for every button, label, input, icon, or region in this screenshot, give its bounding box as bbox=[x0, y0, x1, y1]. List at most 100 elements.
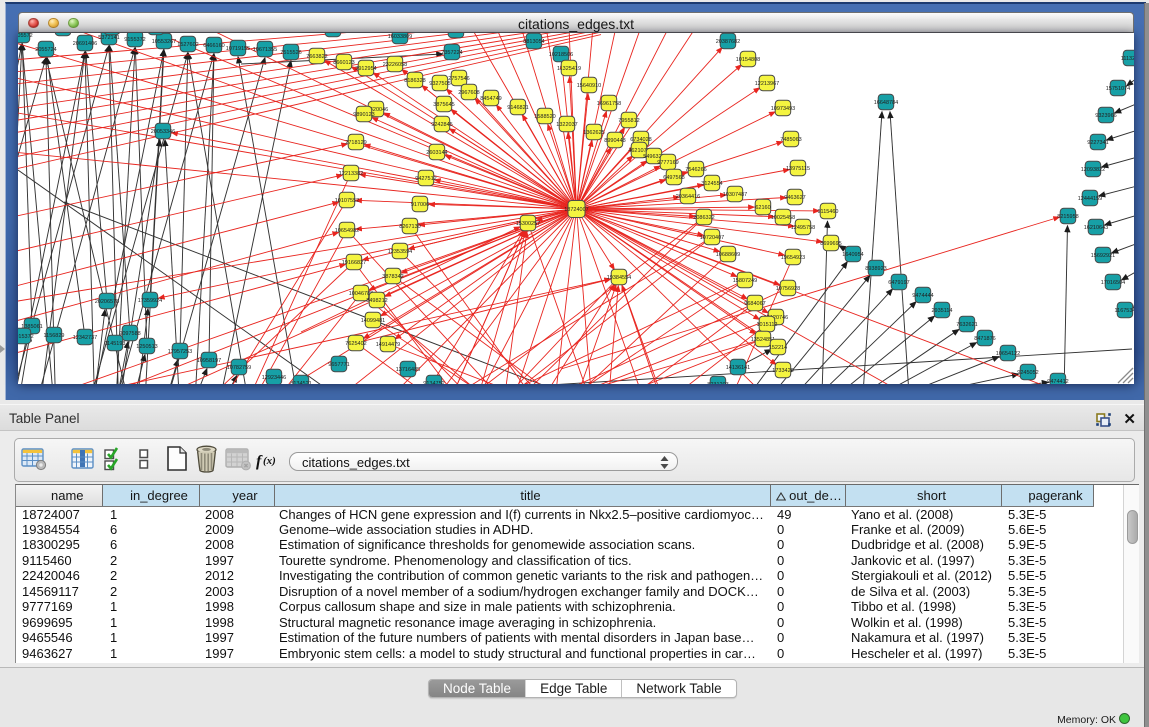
svg-text:7357224: 7357224 bbox=[441, 50, 462, 56]
svg-text:10720407: 10720407 bbox=[700, 235, 724, 241]
svg-text:9242845: 9242845 bbox=[431, 122, 452, 128]
svg-text:8990448: 8990448 bbox=[604, 138, 625, 144]
svg-text:1156829: 1156829 bbox=[43, 333, 64, 339]
svg-text:15807249: 15807249 bbox=[733, 278, 757, 284]
svg-text:1322037: 1322037 bbox=[556, 122, 577, 128]
svg-text:8454749: 8454749 bbox=[480, 96, 501, 102]
svg-text:3912954: 3912954 bbox=[355, 66, 376, 72]
svg-text:20206578: 20206578 bbox=[95, 299, 119, 305]
svg-text:1405572: 1405572 bbox=[18, 33, 33, 39]
svg-text:7515526: 7515526 bbox=[280, 50, 301, 56]
svg-text:7625402: 7625402 bbox=[345, 341, 366, 347]
svg-text:8938923: 8938923 bbox=[865, 266, 886, 272]
svg-text:15751074: 15751074 bbox=[1106, 86, 1130, 92]
svg-text:12342737: 12342737 bbox=[73, 335, 97, 341]
svg-text:19166827: 19166827 bbox=[342, 260, 366, 266]
svg-text:19654923: 19654923 bbox=[781, 255, 805, 261]
svg-text:10782759: 10782759 bbox=[227, 365, 251, 371]
svg-text:20053346: 20053346 bbox=[151, 129, 175, 135]
svg-text:1015112: 1015112 bbox=[756, 322, 777, 328]
svg-text:8813054: 8813054 bbox=[523, 39, 544, 45]
svg-text:8134521: 8134521 bbox=[290, 381, 311, 384]
svg-text:152214: 152214 bbox=[769, 345, 787, 351]
svg-text:10654982: 10654982 bbox=[335, 228, 359, 234]
svg-text:5372141: 5372141 bbox=[98, 35, 119, 41]
svg-text:8471876: 8471876 bbox=[974, 336, 995, 342]
svg-text:9323966: 9323966 bbox=[1095, 113, 1116, 119]
svg-text:15640910: 15640910 bbox=[577, 83, 601, 89]
svg-text:2055724: 2055724 bbox=[35, 47, 56, 53]
svg-text:8267130: 8267130 bbox=[399, 224, 420, 230]
svg-text:3878342: 3878342 bbox=[382, 274, 403, 280]
svg-text:14136141: 14136141 bbox=[726, 365, 750, 371]
svg-text:2718129: 2718129 bbox=[345, 140, 366, 146]
svg-text:8660123: 8660123 bbox=[333, 60, 354, 66]
svg-text:2967608: 2967608 bbox=[458, 90, 479, 96]
svg-text:17957253: 17957253 bbox=[168, 349, 192, 355]
svg-text:10307487: 10307487 bbox=[723, 192, 747, 198]
svg-text:6466160: 6466160 bbox=[203, 43, 224, 49]
svg-text:23226058: 23226058 bbox=[383, 62, 407, 68]
svg-text:9146821: 9146821 bbox=[507, 105, 528, 111]
svg-text:1145193: 1145193 bbox=[104, 341, 125, 347]
svg-text:8215958: 8215958 bbox=[1057, 214, 1078, 220]
svg-text:1527602: 1527602 bbox=[177, 42, 198, 48]
svg-text:12444159: 12444159 bbox=[1078, 196, 1102, 202]
svg-text:10719155: 10719155 bbox=[226, 46, 250, 52]
svg-text:13975115: 13975115 bbox=[786, 166, 810, 172]
svg-text:11325419: 11325419 bbox=[557, 66, 581, 72]
svg-text:17359924: 17359924 bbox=[138, 298, 162, 304]
svg-text:2603144: 2603144 bbox=[426, 150, 447, 156]
svg-text:12093822: 12093822 bbox=[1081, 167, 1105, 173]
svg-text:7485063: 7485063 bbox=[780, 137, 801, 143]
svg-text:13716485: 13716485 bbox=[396, 367, 420, 373]
svg-text:12213967: 12213967 bbox=[755, 81, 779, 87]
svg-text:15300257: 15300257 bbox=[516, 221, 540, 227]
svg-text:9474412: 9474412 bbox=[1047, 379, 1068, 384]
svg-text:10107552: 10107552 bbox=[335, 198, 359, 204]
svg-text:8699695: 8699695 bbox=[820, 241, 841, 247]
svg-text:9684067: 9684067 bbox=[744, 301, 765, 307]
svg-text:9134752: 9134752 bbox=[423, 381, 444, 384]
svg-text:1250513: 1250513 bbox=[136, 344, 157, 350]
svg-text:10756928: 10756928 bbox=[776, 286, 800, 292]
svg-text:1167534: 1167534 bbox=[1114, 308, 1134, 314]
svg-text:18724007: 18724007 bbox=[564, 207, 588, 213]
svg-text:3915372: 3915372 bbox=[18, 334, 34, 340]
svg-text:f: f bbox=[256, 453, 263, 470]
svg-text:(x): (x) bbox=[263, 455, 276, 467]
svg-text:10671355: 10671355 bbox=[253, 47, 277, 53]
svg-text:8231203: 8231203 bbox=[707, 382, 728, 384]
svg-text:10973493: 10973493 bbox=[771, 106, 795, 112]
svg-text:2935114: 2935114 bbox=[931, 308, 952, 314]
svg-text:19384554: 19384554 bbox=[607, 275, 631, 281]
svg-text:3498212: 3498212 bbox=[366, 298, 387, 304]
svg-text:3124554: 3124554 bbox=[701, 181, 722, 187]
svg-text:2086322: 2086322 bbox=[693, 215, 714, 221]
svg-text:9227341: 9227341 bbox=[1087, 140, 1108, 146]
svg-text:1640954: 1640954 bbox=[842, 252, 863, 258]
svg-text:1733426: 1733426 bbox=[772, 368, 793, 374]
svg-text:7632621: 7632621 bbox=[956, 322, 977, 328]
svg-text:9777169: 9777169 bbox=[657, 160, 678, 166]
svg-text:9115460: 9115460 bbox=[817, 209, 838, 215]
svg-text:9890123: 9890123 bbox=[353, 112, 374, 118]
svg-text:9097588: 9097588 bbox=[119, 331, 140, 337]
svg-text:12353594: 12353594 bbox=[388, 249, 412, 255]
svg-text:1588520: 1588520 bbox=[534, 114, 555, 120]
svg-text:16648784: 16648784 bbox=[874, 100, 898, 106]
svg-text:6497568: 6497568 bbox=[663, 175, 684, 181]
svg-text:917006: 917006 bbox=[411, 202, 429, 208]
svg-text:9155372: 9155372 bbox=[124, 37, 145, 43]
svg-text:10154808: 10154808 bbox=[736, 57, 760, 63]
svg-text:9657771: 9657771 bbox=[328, 362, 349, 368]
svg-text:5126703: 5126703 bbox=[445, 33, 466, 34]
svg-text:14099481: 14099481 bbox=[361, 318, 385, 324]
svg-text:14914479: 14914479 bbox=[376, 342, 400, 348]
svg-text:6479197: 6479197 bbox=[888, 280, 909, 286]
svg-text:7663822: 7663822 bbox=[306, 54, 327, 60]
svg-text:20691406: 20691406 bbox=[73, 41, 97, 47]
svg-text:15692921: 15692921 bbox=[1091, 253, 1115, 259]
svg-text:10688609: 10688609 bbox=[716, 252, 740, 258]
svg-text:9427512: 9427512 bbox=[415, 176, 436, 182]
